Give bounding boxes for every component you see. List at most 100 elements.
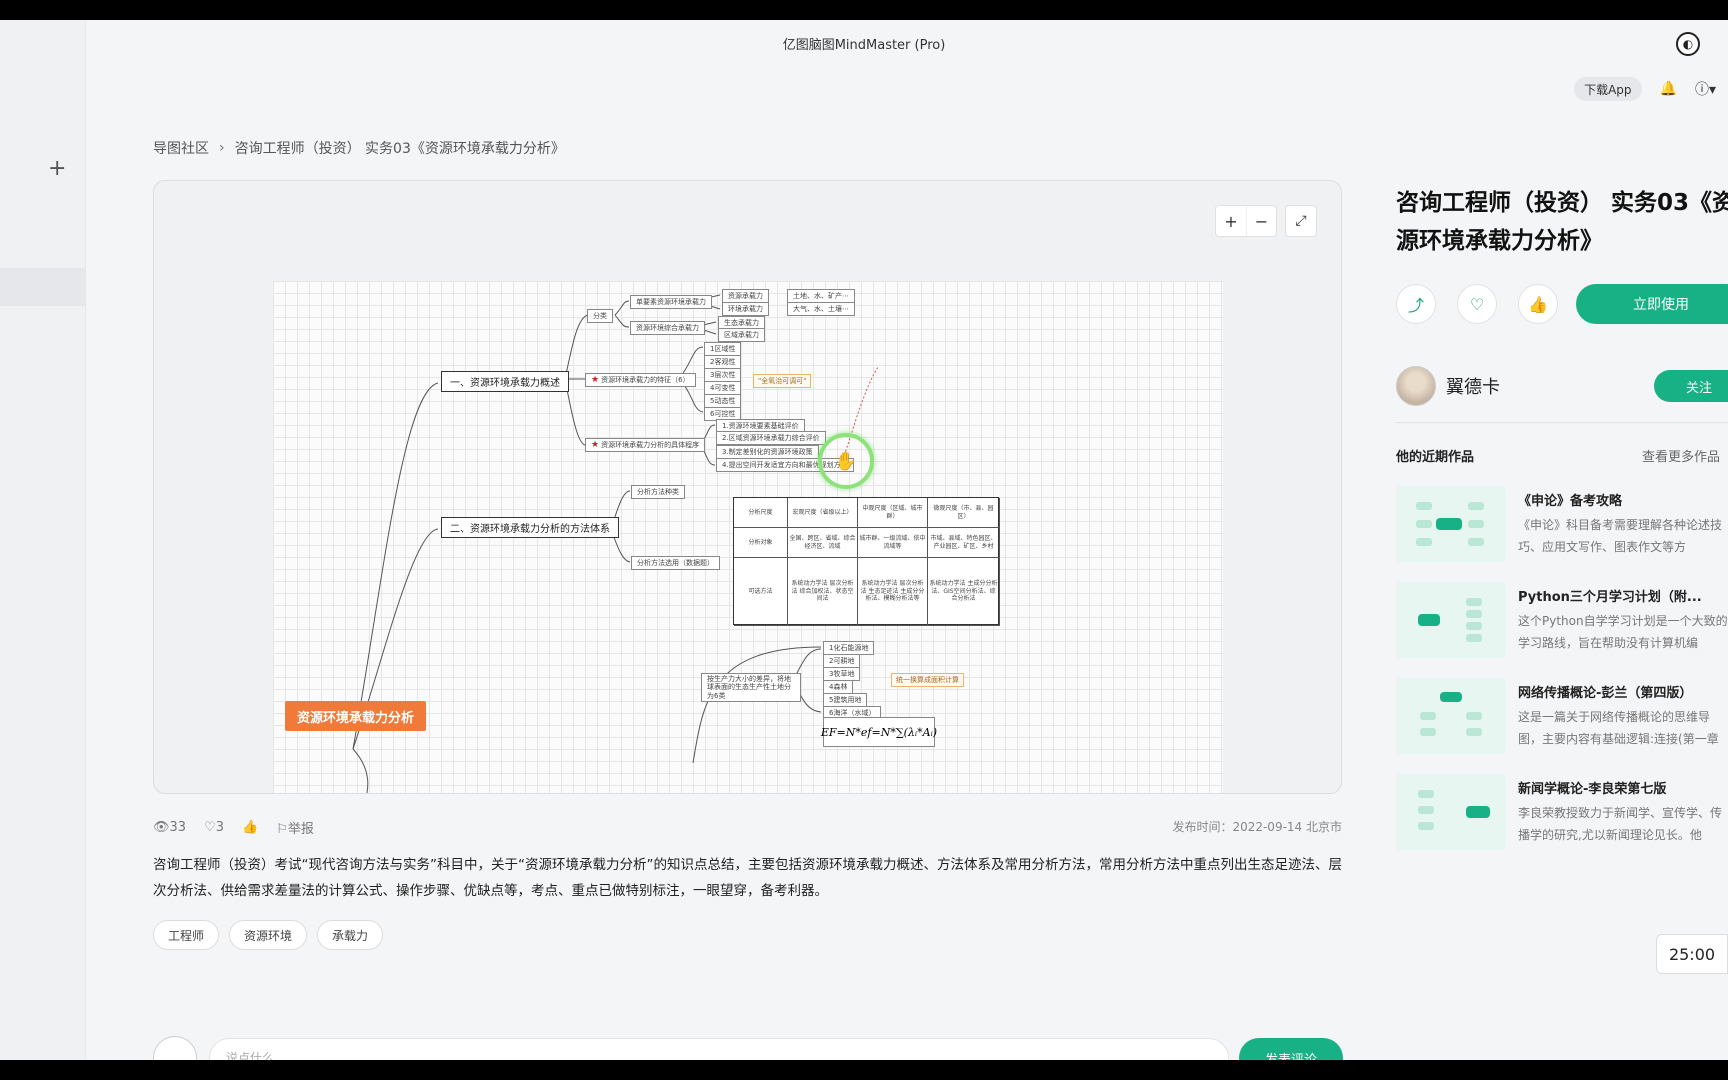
mindmap-canvas[interactable]: 资源环境承载力分析 一、资源环境承载力概述 二、资源环境承载力分析的方法体系 分… xyxy=(273,281,1223,793)
zoom-out-button[interactable]: − xyxy=(1246,206,1276,236)
work-desc: 这个Python自学学习计划是一个大致的学习路线，旨在帮助没有计算机编 xyxy=(1518,614,1728,650)
mindmap-node-environment-note[interactable]: 大气、水、土壤⋯ xyxy=(787,302,855,316)
mindmap-formula: EF=N*ef=N*∑(λᵢ*Aᵢ) xyxy=(821,717,937,747)
timer-badge[interactable]: 25:00 xyxy=(1656,934,1728,974)
favorite-icon[interactable]: ♡ xyxy=(1457,284,1497,324)
tag-chip[interactable]: 工程师 xyxy=(153,920,220,950)
table-cell: 系统动力学法 层次分析法 综合加权法、状态空间法 xyxy=(788,558,858,626)
zoom-in-button[interactable]: + xyxy=(1216,206,1246,236)
views-count: 33 xyxy=(169,820,187,835)
follow-button[interactable]: 关注 xyxy=(1654,370,1728,402)
work-title[interactable]: 《申论》备考攻略 xyxy=(1518,490,1728,509)
table-cell: 中观尺度（区域、城市群） xyxy=(858,498,928,528)
tag-chip[interactable]: 承载力 xyxy=(317,920,384,950)
work-thumbnail[interactable] xyxy=(1396,486,1506,562)
table-cell: 系统动力学法 主成分分析法、GIS空间分析法、综合分析法 xyxy=(928,558,1000,626)
mindmap-node-feature-1[interactable]: 1区域性 xyxy=(704,342,742,356)
map-title: 咨询工程师（投资） 实务03《资 源环境承载力分析》 xyxy=(1396,184,1728,260)
mindmap-node-features[interactable]: ★ 资源环境承载力的特征（6） xyxy=(585,373,696,387)
comment-input[interactable]: 说点什么 xyxy=(209,1038,1229,1060)
mindmap-note-land[interactable]: 统一换算成面积计算 xyxy=(891,673,964,687)
table-cell: 分析尺度 xyxy=(734,498,788,528)
commenter-avatar xyxy=(153,1036,197,1060)
table-cell: 全国、跨区、省域、综合经济区、流域 xyxy=(788,528,858,558)
mindmap-node-eco-desc[interactable]: 按生产力大小的差异，将地球表面的生态生产性土地分为6类 xyxy=(701,673,801,703)
share-icon[interactable]: ⤴ xyxy=(1396,284,1436,324)
likes-stat[interactable]: ♡3 xyxy=(204,820,224,835)
mindmap-note-features[interactable]: "全氧治可调可" xyxy=(753,374,812,388)
work-thumbnail[interactable] xyxy=(1396,774,1506,850)
tag-chip[interactable]: 资源环境 xyxy=(229,920,308,950)
table-cell: 市域、县域、特色园区、产业园区、矿区、乡村 xyxy=(928,528,1000,558)
report-link[interactable]: ⚐举报 xyxy=(276,818,314,837)
left-rail: + xyxy=(0,20,86,1060)
fullscreen-button[interactable]: ⤢ xyxy=(1285,205,1317,237)
mindmap-node-land-4[interactable]: 4森林 xyxy=(823,680,854,694)
mindmap-node-feature-2[interactable]: 2客观性 xyxy=(704,355,742,369)
mindmap-node-method-select[interactable]: 分析方法选用（数据题） xyxy=(631,556,720,570)
mindmap-node-regional[interactable]: 区域承载力 xyxy=(718,328,765,342)
like-icon[interactable]: 👍 xyxy=(1518,284,1558,324)
mindmap-node-resource[interactable]: 资源承载力 xyxy=(722,289,769,303)
author-avatar[interactable] xyxy=(1396,366,1436,406)
table-cell: 分析对象 xyxy=(734,528,788,558)
author-info[interactable]: 翼德卡 xyxy=(1396,366,1500,406)
mindmap-node-resource-note[interactable]: 土地、水、矿产⋯ xyxy=(787,289,855,303)
comment-row: 说点什么 发表评论 xyxy=(153,1036,1343,1060)
mindmap-branch-overview[interactable]: 一、资源环境承载力概述 xyxy=(441,371,569,392)
divider xyxy=(1396,422,1728,423)
mindmap-node-feature-4[interactable]: 4可变性 xyxy=(704,381,742,395)
method-table: 分析尺度 宏观尺度（省级以上） 中观尺度（区域、城市群） 微观尺度（市、县、园区… xyxy=(733,497,1000,626)
chevron-right-icon: › xyxy=(219,140,225,156)
mindmap-node-single-factor[interactable]: 单要素资源环境承载力 xyxy=(630,295,712,309)
mindmap-node-land-5[interactable]: 5建筑用地 xyxy=(823,693,868,707)
views-stat: 👁33 xyxy=(153,820,186,835)
mindmap-branch-methods[interactable]: 二、资源环境承载力分析的方法体系 xyxy=(441,517,619,538)
mindmap-node-step-2[interactable]: 2.区域资源环境承载力综合评价 xyxy=(716,431,826,445)
author-name[interactable]: 翼德卡 xyxy=(1446,373,1500,399)
use-now-button[interactable]: 立即使用 xyxy=(1576,284,1728,324)
mindmap-node-category[interactable]: 分类 xyxy=(587,309,613,323)
map-title-line-1: 咨询工程师（投资） 实务03《资 xyxy=(1396,190,1728,216)
mindmap-node-features-label: 资源环境承载力的特征（6） xyxy=(601,376,690,384)
eye-icon: 👁 xyxy=(153,820,170,835)
mindmap-node-method-types[interactable]: 分析方法种类 xyxy=(631,485,685,499)
new-file-plus-icon[interactable]: + xyxy=(48,156,66,181)
table-cell: 微观尺度（市、县、园区） xyxy=(928,498,1000,528)
map-title-line-2: 源环境承载力分析》 xyxy=(1396,228,1603,254)
mindmap-node-step-3[interactable]: 3.制定差别化的资源环境政策 xyxy=(716,445,819,459)
table-cell: 可选方法 xyxy=(734,558,788,626)
left-rail-active-item[interactable] xyxy=(0,268,86,306)
flag-icon: ⚐ xyxy=(276,822,288,837)
work-title[interactable]: Python三个月学习计划（附... xyxy=(1518,586,1728,605)
report-label: 举报 xyxy=(287,822,314,837)
mindmap-node-environment[interactable]: 环境承载力 xyxy=(722,302,769,316)
mindmap-node-feature-5[interactable]: 5动态性 xyxy=(704,394,742,408)
star-icon: ★ xyxy=(591,440,600,450)
detail-sidebar: 咨询工程师（投资） 实务03《资 源环境承载力分析》 ⤴ ♡ 👍 立即使用 翼德… xyxy=(1396,20,1728,1060)
mindmap-node-land-3[interactable]: 3牧草地 xyxy=(823,667,861,681)
mindmap-node-land-2[interactable]: 2可耕地 xyxy=(823,654,861,668)
more-works-link[interactable]: 查看更多作品 xyxy=(1642,446,1720,465)
breadcrumb-current: 咨询工程师（投资） 实务03《资源环境承载力分析》 xyxy=(234,141,565,157)
description: 咨询工程师（投资）考试“现代咨询方法与实务”科目中，关于“资源环境承载力分析”的… xyxy=(153,857,1342,899)
breadcrumb-root[interactable]: 导图社区 xyxy=(153,138,209,158)
mindmap-node-procedure[interactable]: ★ 资源环境承载力分析的具体程序 xyxy=(585,438,706,452)
work-thumbnail[interactable] xyxy=(1396,582,1506,658)
work-title[interactable]: 网络传播概论-彭兰（第四版） xyxy=(1518,682,1728,701)
mindmap-viewer[interactable]: + − ⤢ 资源环境承载力分析 一、资源环境承载力概述 二、资源环境承载力分析的… xyxy=(153,180,1342,794)
mindmap-node-feature-3[interactable]: 3层次性 xyxy=(704,368,742,382)
recent-works-header: 他的近期作品 xyxy=(1396,450,1475,465)
table-cell: 系统动力学法 层次分析法 生态足迹法 主成分分析法、模糊分析法等 xyxy=(858,558,928,626)
hand-cursor-icon: ✋ xyxy=(818,433,874,489)
work-title[interactable]: 新闻学概论-李良荣第七版 xyxy=(1518,778,1728,797)
mindmap-node-land-1[interactable]: 1化石能源地 xyxy=(823,641,875,655)
heart-icon: ♡ xyxy=(204,820,216,835)
zoom-controls: + − xyxy=(1215,205,1277,237)
mindmap-node-comprehensive[interactable]: 资源环境综合承载力 xyxy=(630,321,705,335)
app-screen: + 亿图脑图MindMaster (Pro) ◐ 下载App 🔔 ⓘ▾ 导图社区… xyxy=(0,20,1728,1060)
work-thumbnail[interactable] xyxy=(1396,678,1506,754)
mindmap-root-node[interactable]: 资源环境承载力分析 xyxy=(285,701,427,731)
thumbs-up-icon[interactable]: 👍 xyxy=(242,820,258,835)
submit-comment-button[interactable]: 发表评论 xyxy=(1239,1038,1343,1060)
